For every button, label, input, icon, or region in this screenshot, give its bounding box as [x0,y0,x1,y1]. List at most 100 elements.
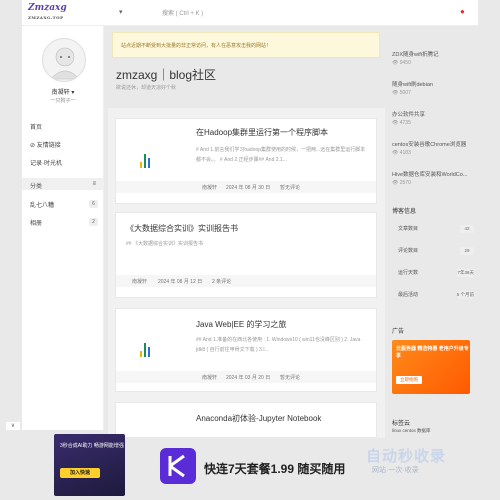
category-header[interactable]: 分类 ≡ [22,178,104,190]
post-meta: 南凝轩 2024 年 08 月 30 日 暂无评论 [116,181,376,193]
hot-post-views-count: 5007 [399,90,411,96]
bottom-ad-left-button[interactable]: 加入快速 [60,468,100,478]
post-comments[interactable]: 暂无评论 [280,184,300,191]
chevron-down-icon[interactable]: ▾ [119,8,123,16]
post-summary: ## 《大数据综合实训》实训报告书 [126,241,203,247]
hot-post-views: 👁 4183 [392,150,411,156]
site-logo[interactable]: Zmzaxg ZMZAXG.TOP [28,4,76,22]
page-subtitle: 欲说还休，却道天凉好个秋 [116,85,177,91]
ads-header: 广告 [392,329,405,335]
post-summary: ## And 1.准备的在西北各使用 : 1. Windows10 ( win1… [196,337,361,353]
ad-text: 云服务器 精选特惠 老用户升级专享 [396,346,469,359]
post-thumbnail [136,154,154,174]
stat-value: 29 [460,247,474,255]
menu-item-home[interactable]: 首页 [30,122,42,131]
category-item[interactable]: 相册 2 [30,218,104,227]
search-input[interactable]: 搜索 ( Ctrl + K ) [162,8,203,17]
hot-post-views-count: 4183 [399,150,411,156]
sidebar-ad[interactable]: 云服务器 精选特惠 老用户升级专享 立即抢购 [392,340,470,394]
hot-post-views: 👁 2570 [392,180,411,186]
post-summary: # And 1.前言我们学习hadoop集群使用的时候，一把两...远在集群里运… [196,147,366,163]
hot-post-views: 👁 9450 [392,60,411,66]
post-comments[interactable]: 2 条评论 [212,278,231,285]
category-header-label: 分类 [30,184,43,190]
stat-row: 运行天数 7年36天 [392,266,478,280]
watermark-brand: 自动秒收录 [366,448,447,465]
stat-label: 文章数目 [398,226,419,232]
stat-label: 最后活动 [398,292,419,298]
menu-item-friends-label: 友情链接 [36,143,61,149]
menu-icon: ≡ [92,181,96,187]
stat-label: 运行天数 [398,270,419,276]
category-item[interactable]: 乱七八糟 6 [30,200,104,209]
hot-post-views-count: 2570 [399,180,411,186]
page: Zmzaxg ZMZAXG.TOP ▾ 搜索 ( Ctrl + K ) ● 南凝… [0,0,500,500]
hot-post-views: 👁 5007 [392,90,411,96]
stat-row: 评论数目 29 [392,244,478,258]
post-title[interactable]: Java Web|EE 的学习之旅 [196,319,286,330]
hot-post-item[interactable]: 办公软件共享 👁 4735 [392,110,478,126]
bottom-ad-left-text: 3秒合成AI助力 畅游网能增强 [60,443,124,449]
post-title[interactable]: 《大数据综合实训》实训报告书 [126,223,238,234]
page-title: zmzaxg｜blog社区 [116,68,217,82]
menu-item-friends[interactable]: ⊘ 友情链接 [30,140,61,149]
hot-post-title: centos安装谷歌Chrome浏览器 [392,142,467,148]
post-card[interactable]: 《大数据综合实训》实训报告书 ## 《大数据综合实训》实训报告书 南凝轩 202… [115,212,377,298]
post-date: 2024 年 08 月 30 日 [226,185,271,191]
stat-value: 42 [460,225,474,233]
logo-subtext: ZMZAXG.TOP [28,15,64,20]
left-sidebar: 南凝轩 ▾ 一只狗子一 首页 ⊘ 友情链接 记录·时光机 分类 ≡ 乱七八糟 6… [22,26,104,430]
stat-value: 5 个月前 [456,291,474,299]
top-bar: Zmzaxg ZMZAXG.TOP ▾ 搜索 ( Ctrl + K ) ● [22,0,478,26]
stat-label: 评论数目 [398,248,419,254]
ad-cta-button[interactable]: 立即抢购 [396,376,422,384]
hot-post-title: 办公软件共享 [392,112,426,118]
post-author[interactable]: 南凝轩 [202,374,217,381]
hot-post-views-count: 4735 [399,120,411,126]
post-meta: 南凝轩 2024 年 03 月 20 日 暂无评论 [116,371,376,383]
stat-row: 最后活动 5 个月前 [392,288,478,302]
avatar-illustration [50,47,80,80]
overlay-close-button[interactable]: ∨ [6,422,20,430]
link-icon: ⊘ [30,143,37,149]
avatar[interactable] [42,38,86,82]
hot-post-views: 👁 4735 [392,120,411,126]
category-count: 2 [89,218,98,226]
hot-post-item[interactable]: 随身wifi刷debian 👁 5007 [392,80,478,96]
profile-subtitle: 一只狗子一 [50,98,76,104]
hot-post-title: 随身wifi刷debian [392,82,433,88]
post-thumbnail [136,343,154,363]
notification-icon[interactable]: ● [460,7,465,16]
post-comments[interactable]: 暂无评论 [280,374,300,381]
watermark-brand-sub: 网站·一次·收录 [372,467,419,474]
tag-cloud: 标签云 linux centos 数据库 [392,418,470,433]
post-card[interactable]: Java Web|EE 的学习之旅 ## And 1.准备的在西北各使用 : 1… [115,308,377,392]
category-count: 6 [89,200,98,208]
logo-text: Zmzaxg [28,3,67,13]
app-logo-icon [158,446,198,486]
post-card[interactable]: 在Hadoop集群里运行第一个程序脚本 # And 1.前言我们学习hadoop… [115,118,377,204]
tag-cloud-header: 标签云 [392,421,411,427]
bottom-ad-left[interactable]: 3秒合成AI助力 畅游网能增强 加入快速 [54,434,125,496]
hot-post-title: Hive数据仓库安装和WorldCo... [392,172,468,178]
post-author[interactable]: 南凝轩 [132,278,147,285]
stat-value: 7年36天 [457,269,474,277]
notice-banner: 站点近期不断受到大批量的非正常访问，有人在恶意攻击我的网站！ [112,32,380,58]
stat-row: 文章数目 42 [392,222,478,236]
hot-post-item[interactable]: Hive数据仓库安装和WorldCo... 👁 2570 [392,170,478,186]
post-title[interactable]: 在Hadoop集群里运行第一个程序脚本 [196,127,328,138]
category-label: 乱七八糟 [30,203,55,209]
post-date: 2024 年 03 月 20 日 [226,375,271,381]
post-author[interactable]: 南凝轩 [202,184,217,191]
hot-post-views-count: 9450 [399,60,411,66]
blog-info-header: 博客信息 [392,209,417,215]
menu-item-records[interactable]: 记录·时光机 [30,158,62,167]
category-label: 相册 [30,221,43,227]
post-date: 2024 年 08 月 12 日 [158,279,203,285]
profile-name[interactable]: 南凝轩 ▾ [22,87,104,96]
hot-post-item[interactable]: ZDX随身wifi折腾记 👁 9450 [392,50,478,66]
hot-post-item[interactable]: centos安装谷歌Chrome浏览器 👁 4183 [392,140,478,156]
post-meta: 南凝轩 2024 年 08 月 12 日 2 条评论 [116,275,376,287]
bottom-ad-headline[interactable]: 快连7天套餐1.99 随买随用 [204,460,345,477]
post-title[interactable]: Anaconda初体验-Jupyter Notebook [196,413,321,424]
